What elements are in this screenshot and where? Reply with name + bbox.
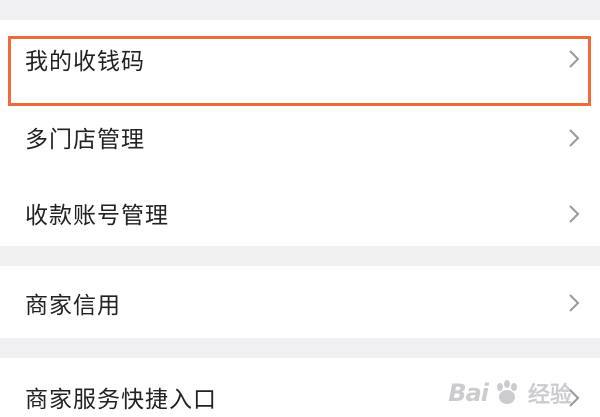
menu-group-2: 商家信用 (0, 266, 600, 338)
chevron-right-icon (566, 49, 582, 69)
chevron-right-icon (566, 388, 582, 408)
menu-group-3: 商家服务快捷入口 (0, 358, 600, 417)
settings-screen: 我的收钱码 多门店管理 收款账号管理 商家信用 商家服务快捷入口 Bai 经验 (0, 0, 600, 417)
menu-item-label: 我的收钱码 (25, 49, 145, 75)
menu-group-1: 我的收钱码 多门店管理 收款账号管理 (0, 20, 600, 246)
menu-item-label: 商家服务快捷入口 (25, 387, 217, 413)
menu-item-label: 商家信用 (25, 293, 121, 319)
menu-item-label: 收款账号管理 (25, 203, 169, 229)
menu-item-payment-code[interactable]: 我的收钱码 (0, 20, 600, 98)
chevron-right-icon (566, 293, 582, 313)
chevron-right-icon (566, 128, 582, 148)
menu-item-label: 多门店管理 (25, 127, 145, 153)
menu-item-account-management[interactable]: 收款账号管理 (0, 172, 600, 250)
chevron-right-icon (566, 204, 582, 224)
menu-item-merchant-credit[interactable]: 商家信用 (0, 266, 600, 338)
menu-item-multi-store[interactable]: 多门店管理 (0, 96, 600, 174)
menu-item-merchant-services[interactable]: 商家服务快捷入口 (0, 358, 600, 417)
